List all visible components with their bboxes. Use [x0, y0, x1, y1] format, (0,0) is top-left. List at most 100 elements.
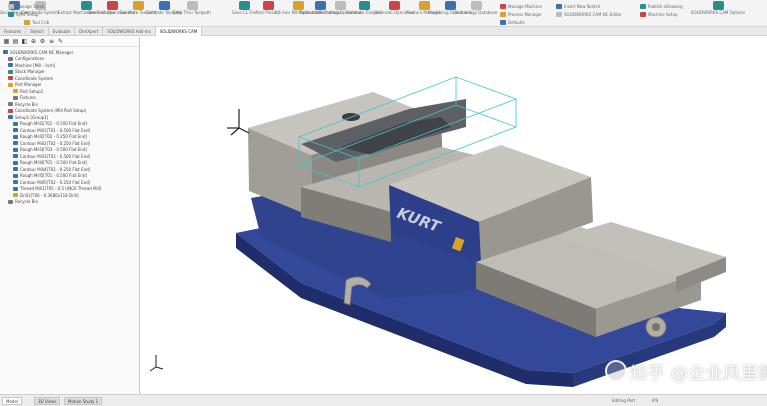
dimxpert-icon[interactable]: ⊕ — [30, 38, 37, 45]
status-bar: Model 3D Views Motion Study 1 Editing Part I… — [0, 394, 767, 406]
command-manager-tabs: Features Sketch Evaluate DimXpert SOLIDWORKS… — [0, 27, 767, 36]
ribbon-row-7[interactable]: Machine Setup — [640, 11, 678, 17]
ribbon-row-8[interactable]: Tool Crib — [24, 19, 49, 25]
tab-0[interactable]: Features — [0, 27, 27, 36]
contour-mill-icon — [13, 128, 18, 133]
tree-item-label: Recycle Bin — [15, 199, 39, 205]
contour-mill-icon — [13, 167, 18, 172]
tree-item-label: Stock Manager — [15, 69, 45, 75]
graphics-viewport[interactable]: KURT — [141, 37, 767, 394]
contour-mill-icon — [13, 154, 18, 159]
status-tab-1[interactable]: 3D Views — [34, 397, 61, 405]
defaults-icon — [500, 19, 506, 25]
tree-item-label: Contour Mill5[T02 - 0.250 Flat End] — [20, 179, 91, 185]
part-coordinate-triad — [227, 109, 250, 136]
configurations-icon — [8, 56, 13, 61]
cam-feature-tree-icon[interactable]: ⚙ — [39, 38, 46, 45]
feature-manager-panel: ▦ ▤ ◧ ⊕ ⚙ ≡ ✎ SOLIDWORKS CAM NC Manager Configu… — [0, 37, 140, 394]
cam-tool-tree-icon[interactable]: ✎ — [57, 38, 64, 45]
ribbon-row-label: Defaults — [508, 19, 525, 25]
watermark: 知乎 @企业风里飘 — [605, 358, 767, 384]
watermark-text: 知乎 @企业风里飘 — [630, 363, 767, 384]
mill-ops-icon — [292, 1, 304, 10]
property-manager-icon[interactable]: ▤ — [12, 38, 19, 45]
fixtures-icon — [13, 95, 18, 100]
tree-item-label: Contour Mill2[T02 - 0.250 Flat End] — [20, 140, 91, 146]
machine-icon — [8, 63, 13, 68]
ribbon-button-7[interactable]: Save CL File — [232, 1, 256, 26]
ribbon-row-label: Manage Stock — [16, 3, 45, 9]
rough-mill-icon — [13, 147, 18, 152]
tab-5[interactable]: SOLIDWORKS CAM — [155, 27, 203, 36]
ribbon-button-label: Save CL File — [231, 10, 257, 15]
rough-mill-icon — [13, 160, 18, 165]
stock-icon — [8, 69, 13, 74]
status-text-0: Editing Part — [612, 398, 636, 403]
rough-mill-icon — [13, 121, 18, 126]
tab-4[interactable]: SOLIDWORKS Add-Ins — [103, 27, 156, 36]
ribbon-button-13[interactable]: Generate Operation — [374, 1, 414, 26]
tree-item-label: Coordinate System — [15, 75, 54, 81]
tree-item-label: Recycle Bin — [15, 101, 39, 107]
feature-tree: SOLIDWORKS CAM NC Manager Configurations M… — [0, 47, 139, 205]
ribbon-row-2[interactable]: Manage Machine — [500, 3, 542, 9]
rough-mill-icon — [13, 173, 18, 178]
watermark-logo-icon — [605, 360, 627, 382]
tree-item-label: Rough Mill2[T02 - 0.250 Flat End] — [20, 134, 87, 140]
ribbon-button-12[interactable]: Generate Toolpath — [346, 1, 382, 26]
vise-screw-nut-hole — [652, 323, 660, 331]
tree-item-label: Rough Mill3[T03 - 0.500 Flat End] — [20, 147, 87, 153]
manage-stock-icon — [8, 3, 14, 9]
ribbon-button-6[interactable]: Step Thru Toolpath — [173, 1, 211, 26]
tab-3[interactable]: DimXpert — [75, 27, 104, 36]
part-setup-icon — [13, 89, 18, 94]
view-orientation-triad — [149, 355, 164, 372]
drill-icon — [13, 193, 18, 198]
process-icon — [500, 11, 506, 17]
ribbon-row-0[interactable]: Manage Stock — [8, 3, 44, 9]
ribbon-row-label: Insert New Sketch — [564, 3, 601, 9]
ribbon-row-6[interactable]: Publish eDrawing — [640, 3, 683, 9]
status-tab-0[interactable]: Model — [2, 397, 23, 405]
thread-mill-icon — [13, 186, 18, 191]
tree-item[interactable]: Recycle Bin — [3, 199, 137, 206]
recycle-icon — [8, 102, 13, 107]
cam-options-icon — [712, 1, 724, 10]
toolpath-icon — [132, 1, 144, 10]
tree-item-label: Contour Mill1[T01 - 0.500 Flat End] — [20, 127, 91, 133]
post-process-icon — [262, 1, 274, 10]
multisurface-icon — [314, 1, 326, 10]
cl-file-icon — [238, 1, 250, 10]
ribbon-row-9[interactable]: Defaults — [500, 19, 525, 25]
tree-item-label: Rough Mill4[T01 - 0.500 Flat End] — [20, 160, 87, 166]
ribbon-row-label: Publish eDrawing — [648, 3, 683, 9]
feature-tree-icon[interactable]: ▦ — [3, 38, 10, 45]
ribbon-button-17[interactable]: SOLIDWORKS CAM Options — [691, 1, 745, 26]
tab-1[interactable]: Sketch — [26, 27, 49, 36]
contour-mill-icon — [13, 141, 18, 146]
tree-item-label: Fixtures — [20, 95, 36, 101]
tree-item-label: Part Manager — [15, 82, 42, 88]
ribbon-row-label: Machine Setup — [648, 11, 678, 17]
ribbon-row-3[interactable]: Process Manager — [500, 11, 542, 17]
tab-2[interactable]: Evaluate — [49, 27, 76, 36]
cam-operation-tree-icon[interactable]: ≡ — [48, 38, 55, 45]
command-manager-ribbon: Stock Manager Coordinate System Extract Ma… — [0, 0, 767, 27]
ribbon-row-label: Process Manager — [508, 11, 542, 17]
status-tab-2[interactable]: Motion Study 1 — [64, 397, 103, 405]
tree-item-label: SOLIDWORKS CAM NC Manager — [10, 49, 74, 55]
ribbon-row-4[interactable]: Insert New Sketch — [556, 3, 600, 9]
vise-model: KURT — [149, 76, 726, 387]
configuration-icon[interactable]: ◧ — [21, 38, 28, 45]
sync-icon — [8, 11, 14, 17]
extract-features-icon — [80, 1, 92, 10]
ribbon-row-1[interactable]: Sync Setup — [8, 11, 39, 17]
ribbon-button-16[interactable]: Technology Database — [455, 1, 497, 26]
tree-item-label: Drill1[T06 - 0.3680x118 Drill] — [20, 192, 79, 198]
tech-db-icon — [470, 1, 482, 10]
tree-item-label: Rough Mill1[T01 - 0.500 Flat End] — [20, 121, 87, 127]
coordinate-icon — [8, 108, 13, 113]
ribbon-row-5[interactable]: SOLIDWORKS CAM NC Editor — [556, 11, 622, 17]
setup-icon — [640, 11, 646, 17]
part-manager-icon — [8, 82, 13, 87]
